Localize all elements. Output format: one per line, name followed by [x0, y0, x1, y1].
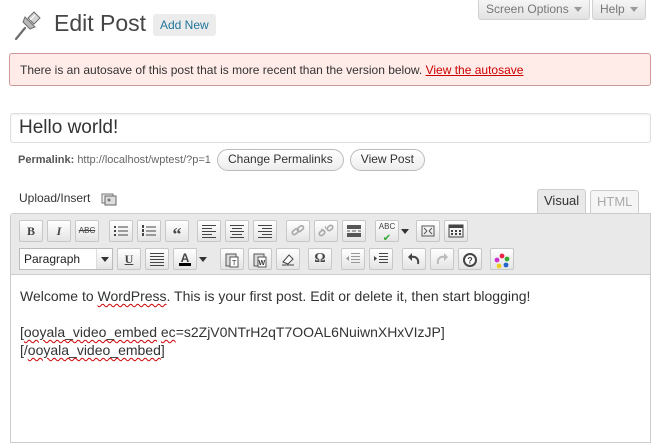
svg-text:T: T	[232, 260, 237, 267]
undo-icon[interactable]	[402, 248, 426, 270]
text-color-dropdown-icon[interactable]	[197, 248, 208, 270]
add-media-icon[interactable]	[101, 192, 117, 206]
permalink-row: Permalink: http://localhost/wptest/?p=1 …	[18, 149, 425, 171]
more-tag-icon[interactable]	[342, 220, 366, 242]
post-title-input[interactable]: Hello world!	[10, 113, 651, 143]
caret-down-icon	[629, 7, 638, 12]
autosave-notice: There is an autosave of this post that i…	[9, 53, 651, 86]
blockquote-icon[interactable]: “	[165, 220, 189, 244]
spellcheck-dropdown-icon[interactable]	[399, 220, 410, 242]
content-text: Welcome to	[20, 288, 98, 304]
autosave-notice-text: There is an autosave of this post that i…	[20, 63, 423, 77]
italic-icon[interactable]: I	[47, 220, 71, 242]
misspelled-word[interactable]: WordPress	[98, 288, 167, 304]
content-text: . This is your first post. Edit or delet…	[166, 288, 531, 304]
misspelled-word[interactable]: ec	[161, 324, 176, 340]
content-shortcode-open: [ooyala_video_embed ec=s2ZjV0NTrH2qT7OOA…	[20, 323, 640, 341]
screen-options-button[interactable]: Screen Options	[478, 0, 590, 20]
color-palette-icon[interactable]	[490, 248, 514, 270]
underline-icon[interactable]: U	[117, 248, 141, 270]
help-label: Help	[600, 2, 625, 16]
redo-icon[interactable]	[430, 248, 454, 270]
align-center-icon[interactable]	[225, 220, 249, 242]
spellcheck-icon[interactable]: ABC ✔	[375, 220, 399, 244]
tab-visual[interactable]: Visual	[537, 189, 587, 213]
permalink-url: http://localhost/wptest/?p=1	[77, 154, 211, 166]
align-left-icon[interactable]	[197, 220, 221, 242]
permalink-label: Permalink:	[18, 154, 75, 166]
content-text: =s2ZjV0NTrH2qT7OOAL6NuiwnXHxVIzJP]	[175, 324, 445, 340]
view-autosave-link[interactable]: View the autosave	[426, 63, 524, 77]
misspelled-word[interactable]: ooyala_video_embed	[24, 324, 157, 340]
content-paragraph-1: Welcome to WordPress. This is your first…	[20, 287, 640, 305]
indent-icon[interactable]	[369, 248, 393, 270]
help-button[interactable]: Help	[592, 0, 646, 20]
content-text: [/	[20, 342, 28, 358]
paste-word-icon[interactable]: W	[248, 248, 272, 270]
clear-formatting-icon[interactable]	[276, 248, 300, 270]
strikethrough-icon[interactable]: ABC	[75, 220, 99, 242]
fullscreen-icon[interactable]	[416, 220, 440, 242]
format-select[interactable]: Paragraph	[19, 248, 113, 270]
add-new-button[interactable]: Add New	[153, 14, 216, 36]
unlink-icon[interactable]	[314, 220, 338, 242]
bold-icon[interactable]: B	[19, 220, 43, 242]
text-color-icon[interactable]: A	[173, 248, 197, 270]
svg-text:W: W	[259, 260, 266, 267]
justify-icon[interactable]	[145, 248, 169, 270]
help-icon[interactable]: ?	[458, 248, 482, 270]
page-title: Edit Post	[54, 10, 147, 36]
change-permalinks-button[interactable]: Change Permalinks	[217, 149, 344, 171]
view-post-button[interactable]: View Post	[349, 149, 425, 171]
numbered-list-icon[interactable]	[137, 220, 161, 242]
svg-text:?: ?	[467, 256, 473, 266]
misspelled-word[interactable]: ooyala_video_embed	[28, 342, 161, 358]
caret-down-icon	[573, 7, 582, 12]
content-text: ]	[160, 342, 165, 358]
content-blank-line	[20, 305, 640, 323]
upload-insert-label: Upload/Insert	[19, 191, 91, 205]
pushpin-icon	[14, 11, 41, 41]
paste-text-icon[interactable]: T	[220, 248, 244, 270]
format-select-value: Paragraph	[24, 252, 81, 266]
outdent-icon[interactable]	[341, 248, 365, 270]
kitchen-sink-icon[interactable]	[444, 220, 468, 242]
screen-options-label: Screen Options	[486, 2, 569, 16]
link-icon[interactable]	[286, 220, 310, 242]
special-character-icon[interactable]: Ω	[308, 248, 332, 270]
chevron-down-icon	[96, 249, 112, 269]
content-shortcode-close: [/ooyala_video_embed]	[20, 341, 640, 359]
bullet-list-icon[interactable]	[109, 220, 133, 242]
align-right-icon[interactable]	[253, 220, 277, 242]
tab-html[interactable]: HTML	[590, 190, 640, 213]
editor-content[interactable]: Welcome to WordPress. This is your first…	[20, 287, 640, 359]
